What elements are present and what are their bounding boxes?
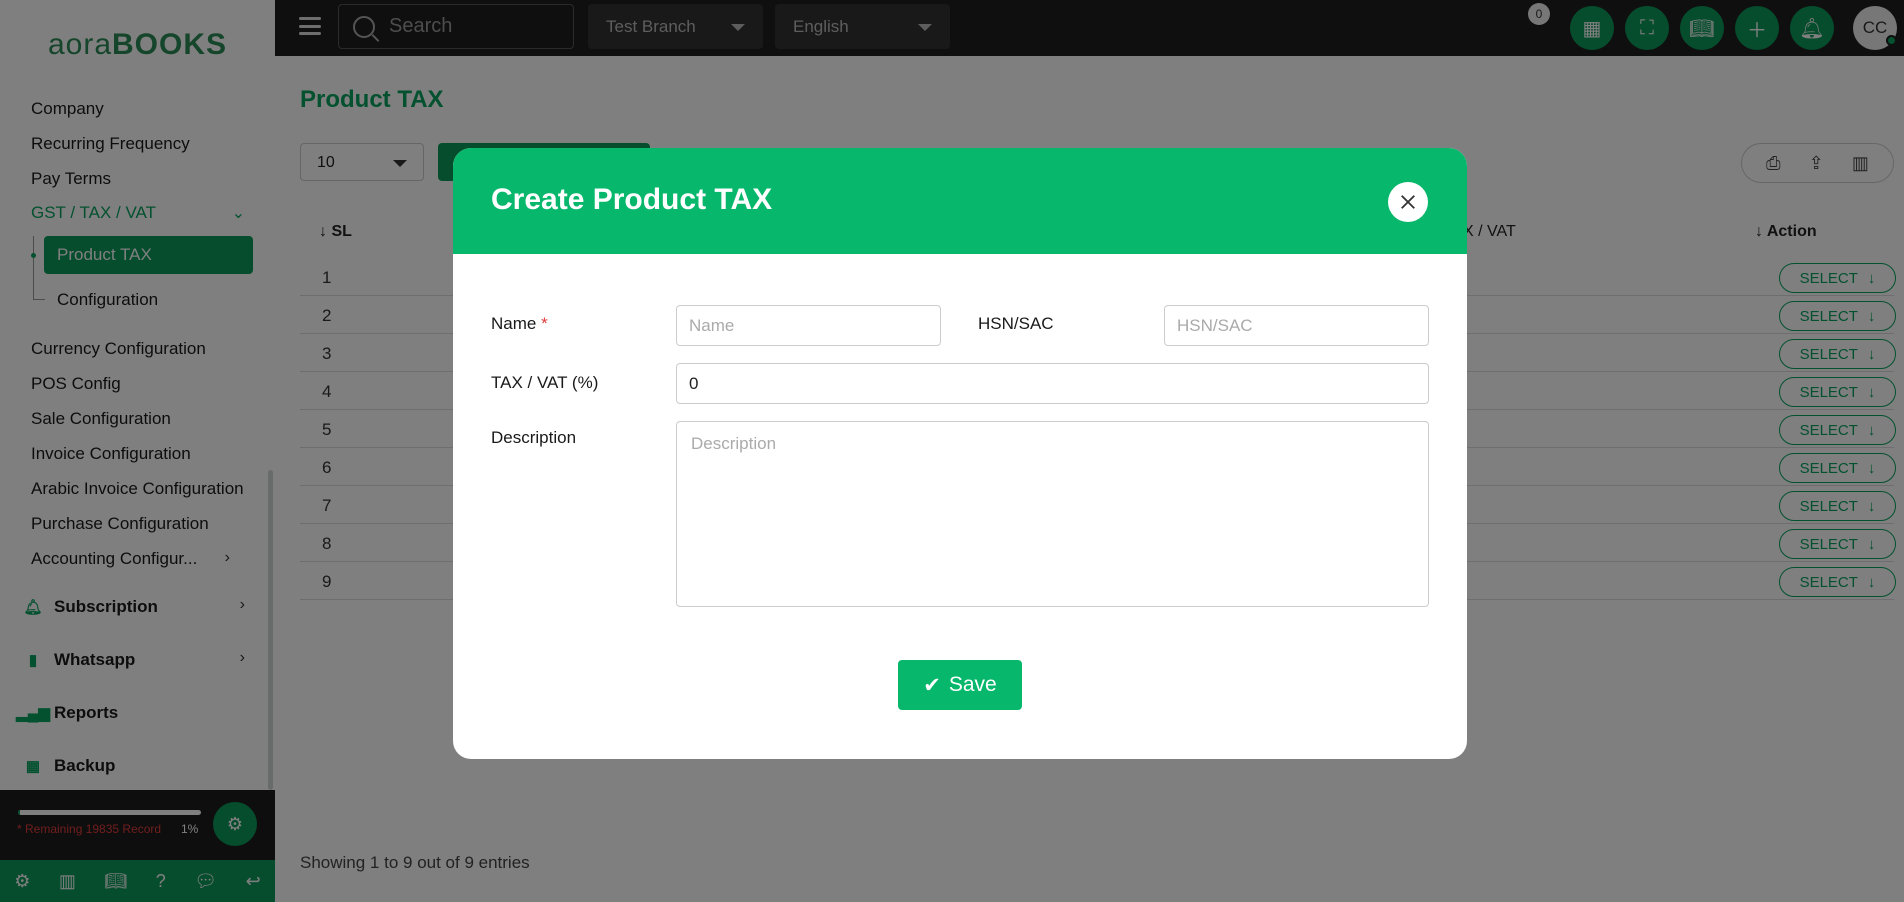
- name-field[interactable]: [676, 305, 941, 346]
- close-button[interactable]: [1388, 182, 1428, 222]
- name-label: Name *: [491, 314, 548, 334]
- tax-vat-label: TAX / VAT (%): [491, 373, 599, 392]
- required-marker: *: [541, 314, 548, 333]
- name-label-text: Name: [491, 314, 537, 333]
- modal-header: Create Product TAX: [453, 148, 1467, 254]
- close-icon: [1401, 195, 1415, 209]
- description-label: Description: [491, 428, 577, 447]
- tax-vat-field[interactable]: [676, 363, 1429, 404]
- hsn-label: HSN/SAC: [978, 314, 1054, 333]
- modal-title: Create Product TAX: [491, 183, 773, 216]
- save-label: Save: [948, 673, 997, 696]
- description-field[interactable]: [676, 421, 1429, 607]
- save-button[interactable]: ✔ Save: [898, 660, 1022, 710]
- check-icon: ✔: [923, 673, 941, 697]
- create-product-tax-modal: Create Product TAX Name * HSN/SAC TAX / …: [453, 148, 1467, 759]
- hsn-field[interactable]: [1164, 305, 1429, 346]
